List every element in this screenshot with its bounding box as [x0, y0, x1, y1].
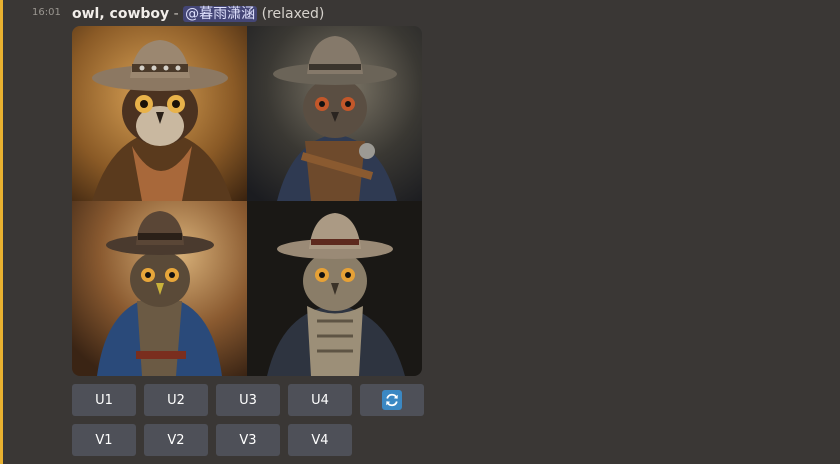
refresh-icon	[382, 390, 402, 410]
mode-label: (relaxed)	[261, 6, 325, 22]
reroll-button[interactable]	[360, 384, 424, 416]
owl-cowboy-image-2	[247, 26, 422, 201]
variation-button-3[interactable]: V3	[216, 424, 280, 456]
owl-cowboy-image-3	[72, 201, 247, 376]
image-tile-3[interactable]	[72, 201, 247, 376]
message-timestamp: 16:01	[32, 7, 61, 18]
variation-button-1[interactable]: V1	[72, 424, 136, 456]
chat-message: 16:01 owl, cowboy - @暮雨潇涵 (relaxed) U1 U…	[0, 0, 840, 464]
upscale-button-3[interactable]: U3	[216, 384, 280, 416]
variation-button-4[interactable]: V4	[288, 424, 352, 456]
image-tile-4[interactable]	[247, 201, 422, 376]
image-tile-2[interactable]	[247, 26, 422, 201]
message-header: owl, cowboy - @暮雨潇涵 (relaxed)	[72, 3, 324, 23]
image-grid[interactable]	[72, 26, 422, 376]
upscale-button-1[interactable]: U1	[72, 384, 136, 416]
separator: -	[169, 6, 184, 22]
variation-button-2[interactable]: V2	[144, 424, 208, 456]
image-tile-1[interactable]	[72, 26, 247, 201]
highlight-bar	[0, 0, 3, 464]
upscale-button-4[interactable]: U4	[288, 384, 352, 416]
prompt-text: owl, cowboy	[72, 6, 170, 22]
user-mention[interactable]: @暮雨潇涵	[183, 6, 258, 22]
owl-cowboy-image-4	[247, 201, 422, 376]
upscale-button-2[interactable]: U2	[144, 384, 208, 416]
owl-cowboy-image-1	[72, 26, 247, 201]
